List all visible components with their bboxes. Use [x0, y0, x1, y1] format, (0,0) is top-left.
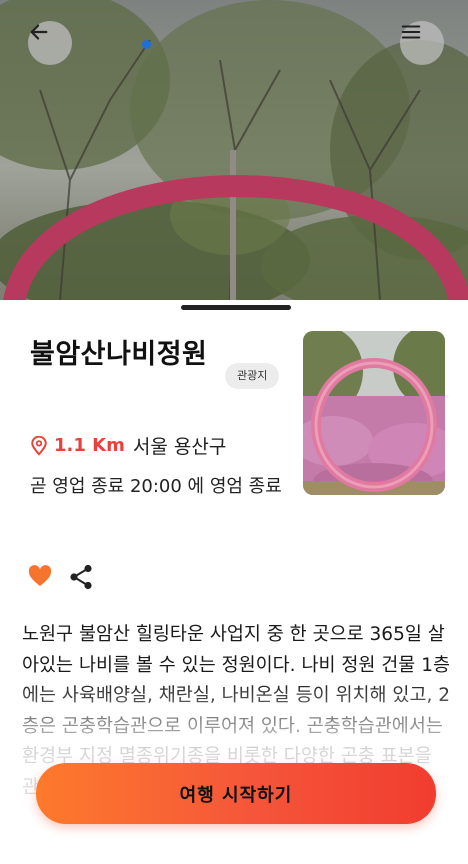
share-icon: [70, 564, 92, 590]
opening-hours-text: 곧 영업 종료 20:00 에 영엄 종료: [30, 476, 282, 497]
address-text: 서울 용산구: [132, 436, 227, 458]
location-pin-icon: [31, 435, 47, 456]
hero-photo: [0, 0, 468, 302]
category-badge: 관광지: [225, 363, 280, 389]
start-trip-button[interactable]: 여행 시작하기: [36, 763, 436, 824]
location-row: 1.1 Km 서울 용산구: [30, 432, 226, 459]
hamburger-menu-icon: [401, 25, 421, 39]
menu-button[interactable]: [400, 21, 444, 65]
gallery-page-indicator: [142, 40, 151, 49]
place-title: 불암산나비정원: [30, 339, 208, 370]
back-button[interactable]: [28, 21, 72, 65]
distance-text: 1.1 Km: [54, 435, 125, 456]
place-thumbnail[interactable]: [303, 331, 445, 495]
heart-icon: [28, 565, 52, 586]
share-button[interactable]: [69, 564, 93, 594]
favorite-button[interactable]: [28, 565, 52, 591]
arrow-left-icon: [30, 24, 48, 40]
thumbnail-image: [303, 331, 445, 495]
sheet-drag-handle[interactable]: [181, 305, 291, 310]
